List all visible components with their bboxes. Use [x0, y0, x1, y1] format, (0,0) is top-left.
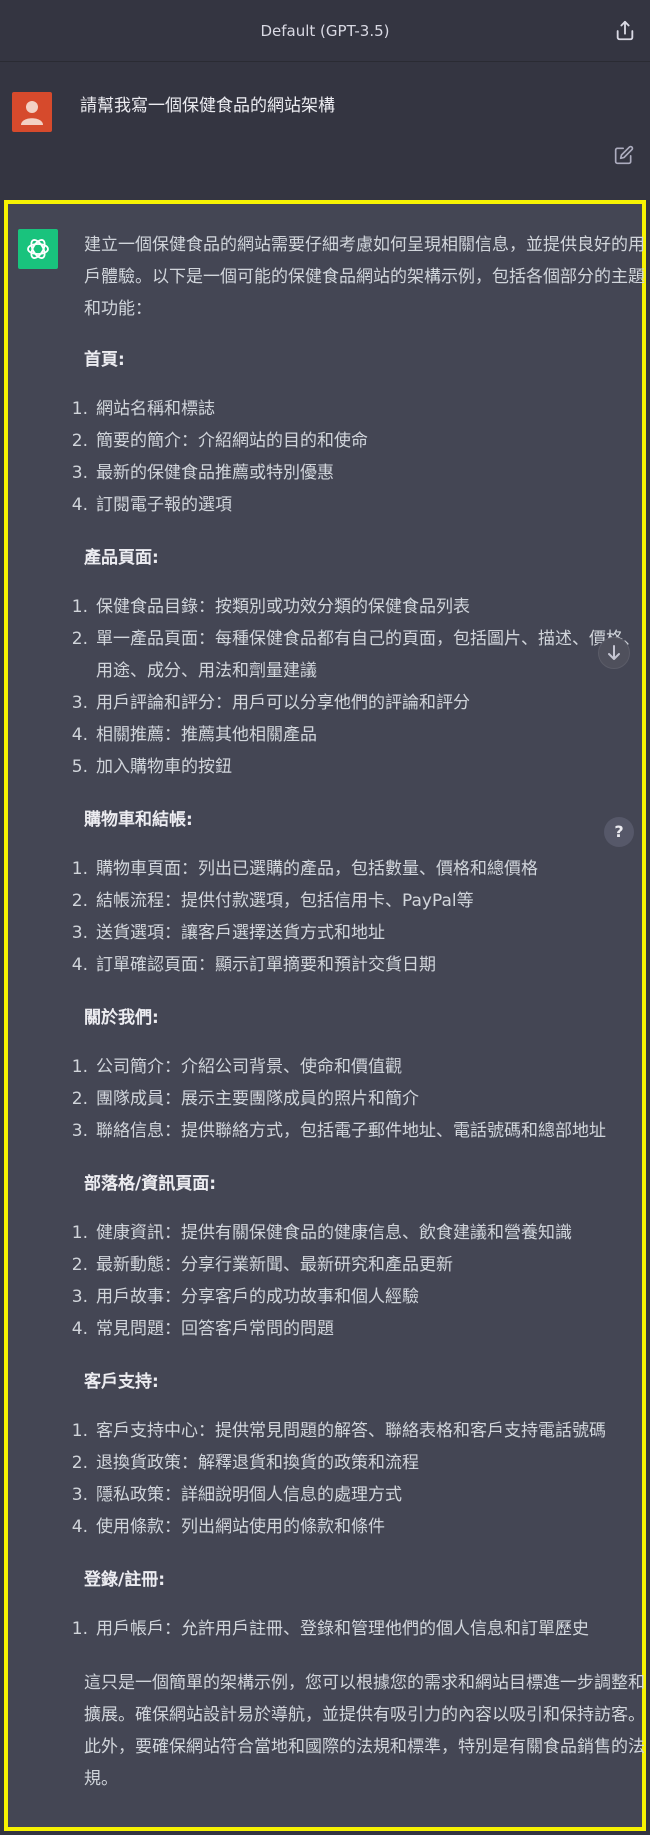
list-item: 5. 加入購物車的按鈕: [71, 757, 232, 777]
list-item: 1. 購物車頁面：列出已選購的產品，包括數量、價格和總價格: [71, 859, 538, 879]
assistant-message: 建立一個保健食品的網站需要仔細考慮如何呈現相關信息，並提供良好的用戶體驗。以下是…: [4, 200, 646, 1831]
section-list: 1. 保健食品目錄：按類別或功效分類的保健食品列表 2. 單一產品頁面：每種保健食品…: [71, 591, 649, 783]
list-item: 2. 團隊成員：展示主要團隊成員的照片和簡介: [71, 1089, 419, 1109]
section-list: 1. 用戶帳戶：允許用戶註冊、登錄和管理他們的個人信息和訂單歷史: [71, 1613, 649, 1645]
model-title[interactable]: Default (GPT-3.5): [260, 22, 389, 40]
help-button[interactable]: ?: [604, 817, 634, 847]
list-item: 1. 保健食品目錄：按類別或功效分類的保健食品列表: [71, 597, 470, 617]
section-title: 登錄/註冊:: [84, 1570, 166, 1590]
section-title: 購物車和結帳:: [84, 810, 193, 830]
list-item: 1. 健康資訊：提供有關保健食品的健康信息、飲食建議和營養知識: [71, 1223, 572, 1243]
share-icon[interactable]: [614, 20, 636, 42]
section-list: 1. 購物車頁面：列出已選購的產品，包括數量、價格和總價格 2. 結帳流程：提供付款…: [71, 853, 649, 981]
section-title: 客戶支持:: [84, 1372, 159, 1392]
assistant-content: 建立一個保健食品的網站需要仔細考慮如何呈現相關信息，並提供良好的用戶體驗。以下是…: [71, 229, 649, 1815]
user-icon: [21, 101, 43, 125]
section-list: 1. 健康資訊：提供有關保健食品的健康信息、飲食建議和營養知識 2. 最新動態：分享…: [71, 1217, 649, 1345]
list-item: 4. 訂單確認頁面：顯示訂單摘要和預計交貨日期: [71, 955, 436, 975]
outro-paragraph: 這只是一個簡單的架構示例，您可以根據您的需求和網站目標進一步調整和擴展。確保網站…: [84, 1673, 645, 1789]
list-item: 1. 客戶支持中心：提供常見問題的解答、聯絡表格和客戶支持電話號碼: [71, 1421, 606, 1441]
section-list: 1. 網站名稱和標誌 2. 簡要的簡介：介紹網站的目的和使命 3. 最新的保健食品推薦…: [71, 393, 649, 521]
list-item: 1. 網站名稱和標誌: [71, 399, 215, 419]
user-message-text: 請幫我寫一個保健食品的網站架構: [80, 96, 335, 116]
list-item: 2. 簡要的簡介：介紹網站的目的和使命: [71, 431, 368, 451]
list-item: 2. 結帳流程：提供付款選項，包括信用卡、PayPal等: [71, 891, 474, 911]
user-message-row: [0, 62, 650, 195]
list-item: 3. 聯絡信息：提供聯絡方式，包括電子郵件地址、電話號碼和總部地址: [71, 1121, 606, 1141]
list-item: 2. 退換貨政策：解釋退貨和換貨的政策和流程: [71, 1453, 419, 1473]
section-title: 部落格/資訊頁面:: [84, 1174, 217, 1194]
top-bar: Default (GPT-3.5): [0, 0, 650, 62]
chatgpt-avatar: [18, 229, 58, 269]
list-item: 1. 公司簡介：介紹公司背景、使命和價值觀: [71, 1057, 402, 1077]
user-avatar: [12, 92, 52, 132]
section-title: 關於我們:: [84, 1008, 159, 1028]
list-item: 4. 使用條款：列出網站使用的條款和條件: [71, 1517, 385, 1537]
section-title: 產品頁面:: [84, 548, 159, 568]
list-item: 3. 最新的保健食品推薦或特別優惠: [71, 463, 334, 483]
list-item: 2. 單一產品頁面：每種保健食品都有自己的頁面，包括圖片、描述、價格、用途、成分、…: [71, 629, 640, 681]
list-item: 3. 用戶評論和評分：用戶可以分享他們的評論和評分: [71, 693, 470, 713]
section-title: 首頁:: [84, 350, 125, 370]
list-item: 2. 最新動態：分享行業新聞、最新研究和產品更新: [71, 1255, 453, 1275]
list-item: 3. 用戶故事：分享客戶的成功故事和個人經驗: [71, 1287, 419, 1307]
intro-paragraph: 建立一個保健食品的網站需要仔細考慮如何呈現相關信息，並提供良好的用戶體驗。以下是…: [84, 235, 645, 319]
list-item: 4. 相關推薦：推薦其他相關產品: [71, 725, 317, 745]
section-list: 1. 公司簡介：介紹公司背景、使命和價值觀 2. 團隊成員：展示主要團隊成員的照片和…: [71, 1051, 649, 1147]
openai-logo-icon: [27, 239, 49, 259]
list-item: 4. 訂閱電子報的選項: [71, 495, 232, 515]
arrow-down-icon: [608, 645, 620, 660]
edit-icon[interactable]: [614, 145, 634, 165]
scroll-down-button[interactable]: [598, 637, 630, 669]
list-item: 3. 隱私政策：詳細說明個人信息的處理方式: [71, 1485, 402, 1505]
section-list: 1. 客戶支持中心：提供常見問題的解答、聯絡表格和客戶支持電話號碼 2. 退換貨政策…: [71, 1415, 649, 1543]
list-item: 4. 常見問題：回答客戶常問的問題: [71, 1319, 334, 1339]
list-item: 3. 送貨選項：讓客戶選擇送貨方式和地址: [71, 923, 385, 943]
list-item: 1. 用戶帳戶：允許用戶註冊、登錄和管理他們的個人信息和訂單歷史: [71, 1619, 589, 1639]
